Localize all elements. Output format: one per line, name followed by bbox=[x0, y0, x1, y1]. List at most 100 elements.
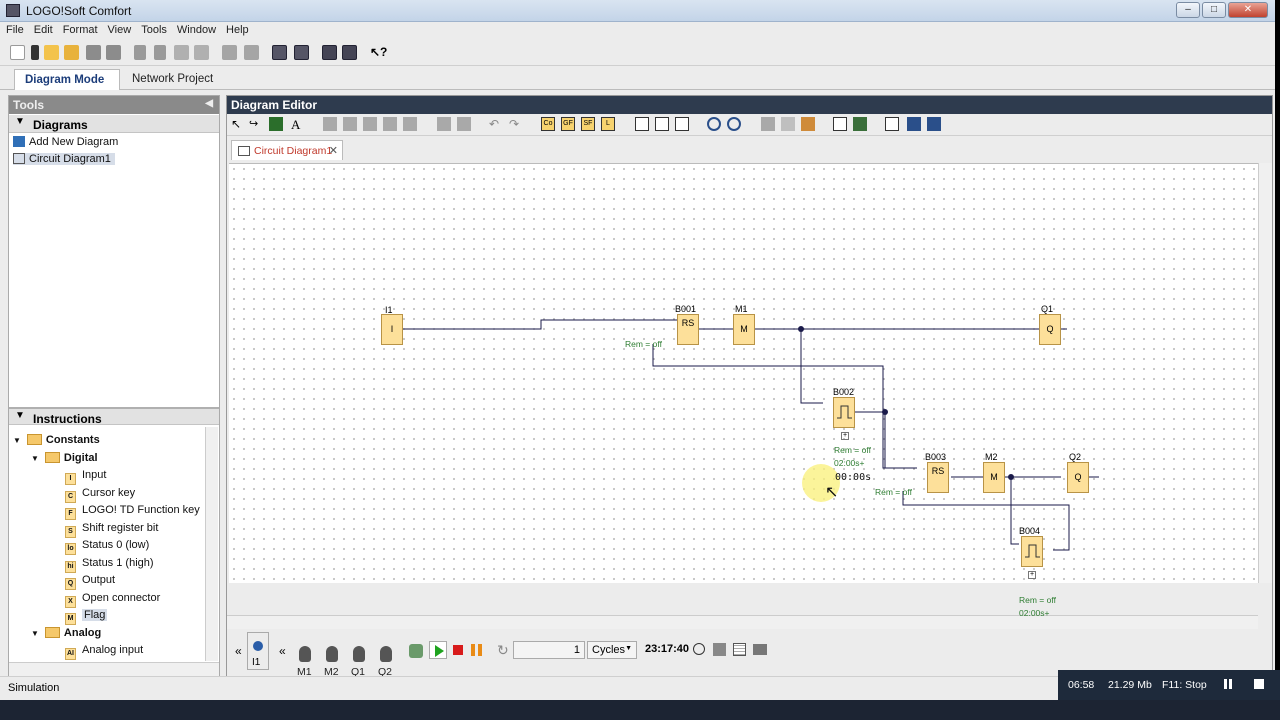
pc-to-logo-icon[interactable] bbox=[322, 45, 337, 60]
tree-analog[interactable]: ▼ Analog bbox=[31, 627, 101, 639]
align-center-icon[interactable] bbox=[343, 117, 357, 131]
text-tool-icon[interactable]: A bbox=[291, 117, 305, 132]
tree-digital[interactable]: ▼ Digital bbox=[31, 452, 98, 464]
new-icon[interactable] bbox=[10, 45, 25, 60]
menu-edit[interactable]: Edit bbox=[28, 22, 57, 36]
transfer-alt-icon[interactable] bbox=[294, 45, 309, 60]
minimize-button[interactable]: – bbox=[1176, 2, 1200, 18]
canvas-hscrollbar[interactable] bbox=[227, 615, 1258, 629]
add-new-diagram[interactable]: Add New Diagram bbox=[13, 136, 118, 148]
block-m1[interactable]: M bbox=[733, 314, 755, 345]
menu-format[interactable]: Format bbox=[57, 22, 102, 36]
block-m2[interactable]: M bbox=[983, 462, 1005, 493]
diagram-canvas[interactable]: I1 I B001 RS Rem = off M1 M Q1 Q B002 + … bbox=[229, 163, 1258, 583]
zoom-out-icon[interactable] bbox=[727, 117, 741, 131]
instr-flag[interactable]: M Flag bbox=[65, 609, 108, 625]
tree-constants[interactable]: ▼ Constants bbox=[13, 434, 100, 446]
align-bottom-icon[interactable] bbox=[403, 117, 417, 131]
close-tab-icon[interactable]: ✕ bbox=[329, 144, 338, 157]
cycle-icon[interactable]: ↻ bbox=[497, 642, 509, 659]
menu-file[interactable]: File bbox=[0, 22, 28, 36]
block-i1[interactable]: I bbox=[381, 314, 403, 345]
align-horizontal-icon[interactable] bbox=[927, 117, 941, 131]
b002-expand-icon[interactable]: + bbox=[841, 432, 849, 440]
block-q2[interactable]: Q bbox=[1067, 462, 1089, 493]
undo-icon[interactable]: ↶ bbox=[489, 117, 503, 131]
split-icon[interactable] bbox=[437, 117, 451, 131]
transfer-icon[interactable] bbox=[272, 45, 287, 60]
tab-diagram-mode[interactable]: Diagram Mode bbox=[14, 69, 120, 90]
undo-icon[interactable] bbox=[222, 45, 237, 60]
menu-view[interactable]: View bbox=[102, 22, 136, 36]
zoom-in-icon[interactable] bbox=[707, 117, 721, 131]
single-view-icon[interactable] bbox=[635, 117, 649, 131]
align-middle-icon[interactable] bbox=[383, 117, 397, 131]
pause-tray-icon[interactable] bbox=[1224, 679, 1232, 689]
pencil-icon[interactable] bbox=[761, 117, 775, 131]
help-pointer-icon[interactable]: ↖? bbox=[370, 45, 387, 60]
block-tool-icon[interactable] bbox=[269, 117, 283, 131]
block-settings-icon[interactable] bbox=[833, 117, 847, 131]
triple-view-icon[interactable] bbox=[675, 117, 689, 131]
download-icon[interactable] bbox=[31, 45, 39, 60]
sf-icon[interactable]: SF bbox=[581, 117, 595, 131]
play-icon[interactable] bbox=[429, 641, 447, 659]
instr-cursor-key[interactable]: C Cursor key bbox=[65, 487, 135, 503]
cycles-unit-select[interactable]: Cycles ▼ bbox=[587, 641, 637, 659]
close-button[interactable]: ✕ bbox=[1228, 2, 1268, 18]
print-icon[interactable] bbox=[106, 45, 121, 60]
block-b003[interactable]: RS bbox=[927, 462, 949, 493]
instr-status-high[interactable]: hi Status 1 (high) bbox=[65, 557, 154, 573]
instructions-section-header[interactable]: ▼ Instructions bbox=[9, 407, 219, 426]
sim-settings-icon[interactable] bbox=[409, 644, 423, 658]
connect-tool-icon[interactable]: ↪ bbox=[249, 117, 263, 131]
redo-icon[interactable]: ↷ bbox=[509, 117, 523, 131]
instr-input[interactable]: I Input bbox=[65, 469, 106, 485]
b004-expand-icon[interactable]: + bbox=[1028, 571, 1036, 579]
tab-circuit-diagram[interactable]: Circuit Diagram1 ✕ bbox=[231, 140, 343, 160]
block-b002[interactable] bbox=[833, 397, 855, 428]
page-layout-icon[interactable] bbox=[885, 117, 899, 131]
collapse-panel-icon[interactable]: ◀ bbox=[205, 98, 213, 109]
split-view-icon[interactable] bbox=[655, 117, 669, 131]
co-icon[interactable]: Co bbox=[541, 117, 555, 131]
instr-open-connector[interactable]: X Open connector bbox=[65, 592, 160, 608]
open-folder-icon[interactable] bbox=[44, 45, 59, 60]
pause-icon[interactable] bbox=[471, 644, 482, 656]
cut-icon[interactable] bbox=[134, 45, 146, 60]
diagrams-section-header[interactable]: ▼ Diagrams bbox=[9, 115, 219, 133]
panel-icon[interactable] bbox=[753, 644, 767, 655]
instructions-scrollbar[interactable] bbox=[205, 427, 218, 661]
maximize-button[interactable]: □ bbox=[1202, 2, 1226, 18]
input-i1-switch[interactable]: I1 bbox=[247, 632, 269, 670]
tools-hscrollbar[interactable] bbox=[9, 662, 219, 676]
grid-icon[interactable] bbox=[733, 643, 746, 656]
open-icon[interactable] bbox=[64, 45, 79, 60]
network-icon[interactable] bbox=[713, 643, 726, 656]
stop-icon[interactable] bbox=[453, 645, 463, 655]
instr-function-key[interactable]: F LOGO! TD Function key bbox=[65, 504, 200, 520]
menu-help[interactable]: Help bbox=[220, 22, 253, 36]
cut-alt-icon[interactable] bbox=[154, 45, 166, 60]
clock-icon[interactable] bbox=[693, 643, 705, 655]
block-props-icon[interactable] bbox=[853, 117, 867, 131]
save-icon[interactable] bbox=[86, 45, 101, 60]
paste-icon[interactable] bbox=[194, 45, 209, 60]
block-q1[interactable]: Q bbox=[1039, 314, 1061, 345]
menu-window[interactable]: Window bbox=[171, 22, 220, 36]
instr-analog-input[interactable]: AI Analog input bbox=[65, 644, 143, 660]
align-top-icon[interactable] bbox=[363, 117, 377, 131]
block-b004[interactable] bbox=[1021, 536, 1043, 567]
block-b001[interactable]: RS bbox=[677, 314, 699, 345]
numbering-icon[interactable] bbox=[781, 117, 795, 131]
select-tool-icon[interactable]: ↖ bbox=[231, 117, 245, 131]
redo-icon[interactable] bbox=[244, 45, 259, 60]
copy-icon[interactable] bbox=[174, 45, 189, 60]
cycles-input[interactable]: 1 bbox=[513, 641, 585, 659]
instr-shift-register[interactable]: S Shift register bit bbox=[65, 522, 158, 538]
stop-tray-icon[interactable] bbox=[1254, 679, 1264, 689]
gf-icon[interactable]: GF bbox=[561, 117, 575, 131]
canvas-vscrollbar[interactable] bbox=[1258, 163, 1272, 583]
l-icon[interactable]: L bbox=[601, 117, 615, 131]
circuit-diagram-item[interactable]: Circuit Diagram1 bbox=[13, 153, 115, 165]
